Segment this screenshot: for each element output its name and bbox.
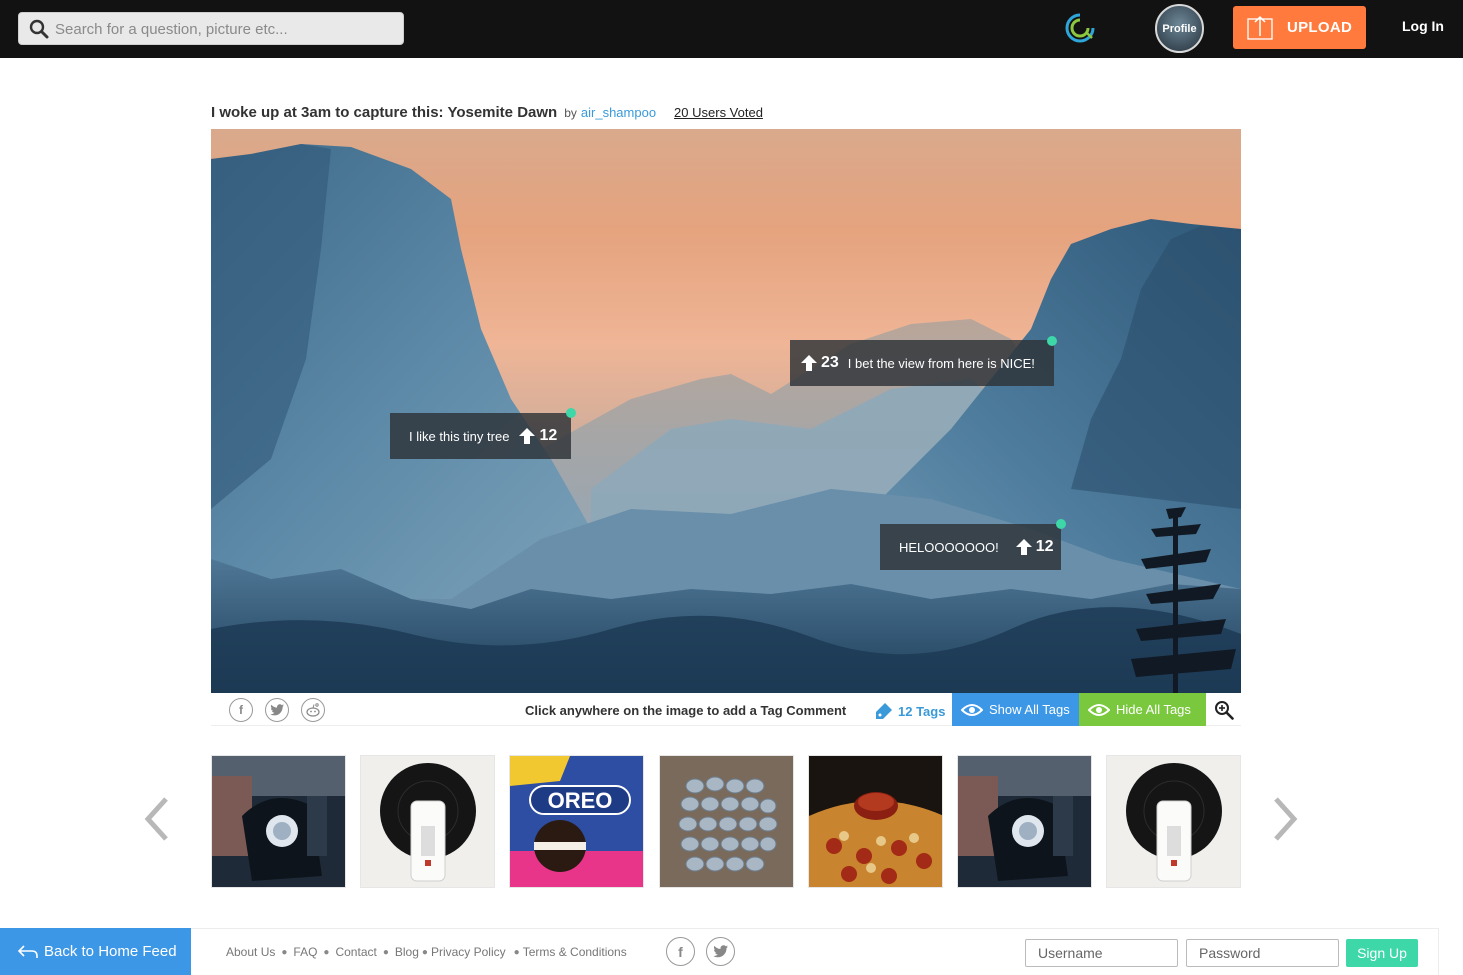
carousel-next-arrow-icon[interactable] [1270,795,1300,843]
eye-icon [1088,703,1110,716]
thumbnail-pebbles[interactable] [659,755,794,888]
search-bar[interactable] [18,12,404,45]
tag-text: HELOOOOOOO! [899,539,999,555]
footer-separator: ● [421,946,428,958]
thumbnail-record-player[interactable] [360,755,495,888]
upvote-arrow-icon[interactable] [800,354,818,372]
scooter-image [958,756,1091,887]
profile-avatar[interactable]: Profile [1155,4,1204,53]
footer-facebook-icon[interactable]: f [666,937,695,966]
search-icon [29,19,49,39]
tag-text: I like this tiny tree [409,428,510,444]
eye-icon [961,703,983,716]
tag-marker[interactable] [1047,336,1057,346]
footer: About Us ● FAQ ● Contact ● Blog ● Privac… [191,928,1439,975]
author-link[interactable]: air_shampoo [581,105,656,120]
tag-vote-count: 12 [539,427,558,444]
pebbles-image [660,756,793,887]
tag-vote-count: 23 [821,354,839,371]
username-field[interactable] [1025,939,1178,967]
footer-twitter-icon[interactable] [706,937,735,966]
zoom-in-icon[interactable] [1214,700,1234,720]
oreo-package-image: OREO [510,756,643,887]
thumbnail-oreo[interactable]: OREO [509,755,644,888]
post-title-line: I woke up at 3am to capture this: Yosemi… [211,104,763,124]
footer-link-terms[interactable]: Terms & Conditions [523,945,627,959]
carousel-prev-arrow-icon[interactable] [142,795,172,843]
upload-icon [1247,15,1273,40]
footer-separator: ● [281,946,288,958]
upvote-arrow-icon[interactable] [1015,538,1033,556]
footer-link-about[interactable]: About Us [226,945,275,959]
record-player-image [1107,756,1240,887]
twitter-bird-icon [270,704,284,716]
sign-up-label: Sign Up [1357,945,1407,961]
hide-all-tags-button[interactable]: Hide All Tags [1079,693,1206,726]
thumbnail-record-player[interactable] [1106,755,1241,888]
tag-marker[interactable] [566,408,576,418]
password-field[interactable] [1186,939,1339,967]
twitter-share-icon[interactable] [265,698,289,722]
profile-label: Profile [1162,22,1197,35]
tag-vote-count: 12 [1035,538,1054,555]
tags-count-label: 12 Tags [898,703,946,719]
thumbnail-pizza[interactable] [808,755,943,888]
thumbnail-scooter[interactable] [957,755,1092,888]
tags-count[interactable]: 12 Tags [874,701,945,721]
tag-comment[interactable]: HELOOOOOOO! 12 [880,524,1061,570]
sign-up-button[interactable]: Sign Up [1346,939,1418,967]
main-photo[interactable]: 23 I bet the view from here is NICE! I l… [211,129,1241,693]
tag-marker[interactable] [1056,519,1066,529]
footer-link-faq[interactable]: FAQ [293,945,317,959]
by-label: by [564,106,577,120]
tag-text: I bet the view from here is NICE! [847,355,1035,371]
thumbnail-scooter[interactable] [211,755,346,888]
back-arrow-icon [18,944,38,958]
upload-label: UPLOAD [1287,19,1353,36]
footer-separator: ● [323,946,330,958]
search-input[interactable] [55,17,395,41]
reddit-share-icon[interactable] [301,698,325,722]
show-all-tags-label: Show All Tags [989,702,1070,717]
add-tag-hint: Click anywhere on the image to add a Tag… [525,703,847,718]
footer-link-contact[interactable]: Contact [335,945,376,959]
tag-toolbar: f Click anywhere on the image to add a T… [211,693,1241,726]
top-bar: Profile UPLOAD Log In [0,0,1463,58]
hide-all-tags-label: Hide All Tags [1116,702,1191,717]
reddit-alien-icon [306,703,320,717]
tag-icon [876,703,892,719]
tag-votes[interactable]: 12 [518,427,557,445]
footer-link-privacy[interactable]: Privacy Policy [431,945,506,959]
back-to-home-feed-button[interactable]: Back to Home Feed [0,928,191,975]
users-voted-link[interactable]: 20 Users Voted [674,105,763,120]
tag-comment[interactable]: I like this tiny tree 12 [390,413,571,459]
twitter-bird-icon [713,945,728,958]
upload-button[interactable]: UPLOAD [1233,6,1366,49]
back-label: Back to Home Feed [44,943,177,960]
footer-separator: ● [513,946,520,958]
show-all-tags-button[interactable]: Show All Tags [952,693,1079,726]
tag-votes[interactable]: 23 [800,354,839,372]
tag-votes[interactable]: 12 [1015,538,1054,556]
footer-link-blog[interactable]: Blog [395,945,419,959]
post-title: I woke up at 3am to capture this: Yosemi… [211,104,558,121]
footer-links: About Us ● FAQ ● Contact ● Blog ● Privac… [226,945,627,959]
record-player-image [361,756,494,887]
yosemite-photo [211,129,1241,693]
footer-separator: ● [382,946,389,958]
pizza-image [809,756,942,887]
tag-comment[interactable]: 23 I bet the view from here is NICE! [790,340,1054,386]
facebook-share-icon[interactable]: f [229,698,253,722]
svg-text:OREO: OREO [548,788,613,813]
logo-icon[interactable] [1064,12,1096,44]
upvote-arrow-icon[interactable] [518,427,536,445]
scooter-image [212,756,345,887]
login-link[interactable]: Log In [1402,18,1444,34]
